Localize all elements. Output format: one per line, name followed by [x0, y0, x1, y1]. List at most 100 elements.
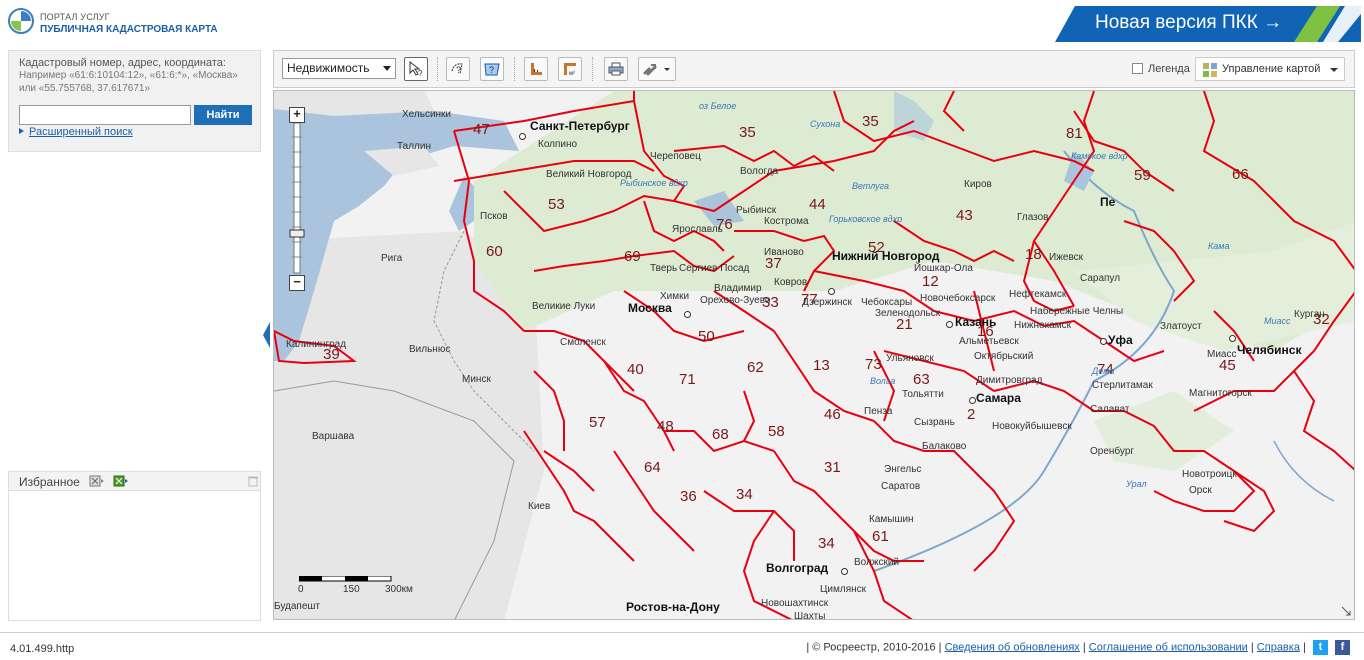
region-number-label: 69: [624, 248, 641, 265]
lasso-question-icon: ?: [451, 63, 463, 75]
town-label: Рыбинск: [736, 205, 777, 216]
footer: 4.01.499.http | © Росреестр, 2010-2016 |…: [0, 632, 1364, 660]
pointer-question-icon: ?: [409, 61, 423, 77]
town-label: Нижнекамск: [1014, 320, 1071, 331]
layer-select[interactable]: Недвижимость: [282, 58, 396, 79]
facebook-icon[interactable]: f: [1335, 640, 1350, 655]
agreement-link[interactable]: Соглашение об использовании: [1089, 641, 1248, 653]
city-label: Самара: [976, 391, 1021, 405]
town-label: Хельсинки: [402, 109, 452, 120]
city-marker-icon: [1229, 335, 1236, 342]
town-label: Киев: [528, 501, 551, 512]
zoom-in-button[interactable]: +: [289, 107, 305, 123]
town-label: Салават: [1090, 404, 1130, 415]
map-management-dropdown[interactable]: Управление картой: [1195, 57, 1345, 81]
town-label: Волжский: [854, 557, 900, 568]
city-marker-icon: [1100, 338, 1107, 345]
legend-label[interactable]: Легенда: [1148, 63, 1190, 75]
footer-links: | © Росреестр, 2010-2016 | Сведения об о…: [806, 640, 1350, 655]
region-number-label: 46: [824, 406, 841, 423]
town-label: Великие Луки: [532, 301, 596, 312]
region-number-label: 61: [872, 528, 889, 545]
measure-distance-button[interactable]: [524, 57, 548, 81]
city-marker-icon: [519, 133, 526, 140]
rect-query-button[interactable]: ?: [480, 57, 504, 81]
portal-subtitle: ПОРТАЛ УСЛУГ: [40, 12, 110, 22]
region-number-label: 62: [747, 359, 764, 376]
region-number-label: 63: [913, 371, 930, 388]
help-link[interactable]: Справка: [1257, 641, 1300, 653]
legend-checkbox[interactable]: [1132, 63, 1143, 74]
region-number-label: 43: [956, 207, 973, 224]
city-marker-icon: [841, 568, 848, 575]
map-base[interactable]: [274, 91, 1355, 620]
city-label: Пе: [1100, 195, 1116, 209]
region-number-label: 31: [824, 459, 841, 476]
zoom-control[interactable]: + −: [289, 107, 305, 291]
town-label: Новочебоксарск: [920, 293, 996, 304]
town-label: Магнитогорск: [1189, 388, 1252, 399]
town-label: Чебоксары: [861, 297, 913, 308]
town-label: Камышин: [869, 514, 914, 525]
search-input[interactable]: [19, 105, 191, 125]
twitter-icon[interactable]: t: [1312, 640, 1328, 655]
town-label: Ярославль: [672, 224, 723, 235]
search-panel: Кадастровый номер, адрес, координата: На…: [8, 50, 261, 152]
header: ПОРТАЛ УСЛУГ ПУБЛИЧНАЯ КАДАСТРОВАЯ КАРТА…: [0, 0, 1364, 44]
collapse-panel-arrow-icon[interactable]: [263, 322, 270, 348]
chevron-down-icon: [383, 66, 391, 71]
town-label: Калининград: [286, 339, 347, 350]
resize-icon[interactable]: [1340, 605, 1352, 617]
water-label: Горьковское вдхр: [829, 214, 903, 224]
city-marker-icon: [969, 397, 976, 404]
town-label: Курган: [1294, 309, 1325, 320]
region-number-label: 50: [698, 328, 715, 345]
region-number-label: 12: [922, 273, 939, 290]
region-number-label: 64: [644, 459, 661, 476]
town-label: Новокуйбышевск: [992, 421, 1072, 432]
import-excel-icon[interactable]: [113, 475, 129, 487]
town-label: Альметьевск: [959, 336, 1019, 347]
identify-tool-button[interactable]: ?: [404, 57, 428, 81]
region-number-label: 48: [657, 418, 674, 435]
town-label: Стерлитамак: [1092, 380, 1153, 391]
town-label: Псков: [480, 211, 508, 222]
city-label: Санкт-Петербург: [530, 119, 630, 133]
search-button[interactable]: Найти: [194, 105, 252, 125]
map-view[interactable]: + − 47 35 35 81 59 66 76 44 43 53 60 69 52 12 18 37 33 77…: [273, 90, 1355, 620]
town-label: Кострома: [764, 216, 809, 227]
expand-triangle-icon: [19, 128, 24, 134]
svg-text:?: ?: [418, 69, 423, 77]
city-marker-icon: [684, 311, 691, 318]
town-label: Орск: [1189, 485, 1212, 496]
town-label: Миасс: [1207, 349, 1237, 360]
town-label: Таллин: [397, 141, 431, 152]
toolbar-separator: [592, 57, 594, 81]
trash-icon[interactable]: [245, 475, 261, 487]
updates-link[interactable]: Сведения об обновлениях: [945, 641, 1080, 653]
portal-title[interactable]: ПУБЛИЧНАЯ КАДАСТРОВАЯ КАРТА: [40, 24, 218, 35]
measure-area-button[interactable]: м²: [558, 57, 582, 81]
town-label: Шахты: [794, 611, 826, 620]
city-marker-icon: [946, 321, 953, 328]
new-version-button[interactable]: Новая версия ПКК →: [1095, 12, 1282, 34]
print-button[interactable]: [604, 57, 628, 81]
water-label: Камское вдхр: [1071, 151, 1128, 161]
share-link-button[interactable]: [638, 57, 676, 81]
scale-label-300: 300км: [385, 584, 413, 595]
town-label: Йошкар-Ола: [914, 263, 973, 274]
town-label: Цимлянск: [820, 584, 867, 595]
town-label: Смоленск: [560, 337, 606, 348]
area-query-button[interactable]: ?: [446, 57, 470, 81]
export-excel-icon[interactable]: [89, 475, 105, 487]
zoom-out-button[interactable]: −: [289, 275, 305, 291]
portal-logo-icon[interactable]: [8, 8, 34, 34]
zoom-slider[interactable]: [289, 107, 305, 289]
water-label: Дема: [1092, 366, 1115, 376]
zoom-handle[interactable]: [289, 229, 305, 238]
advanced-search-link[interactable]: Расширенный поиск: [19, 126, 133, 138]
town-label: Златоуст: [1160, 321, 1202, 332]
water-label: оз Белое: [699, 101, 737, 111]
area-ruler-icon: м²: [564, 63, 576, 77]
town-label: Пенза: [864, 406, 893, 417]
